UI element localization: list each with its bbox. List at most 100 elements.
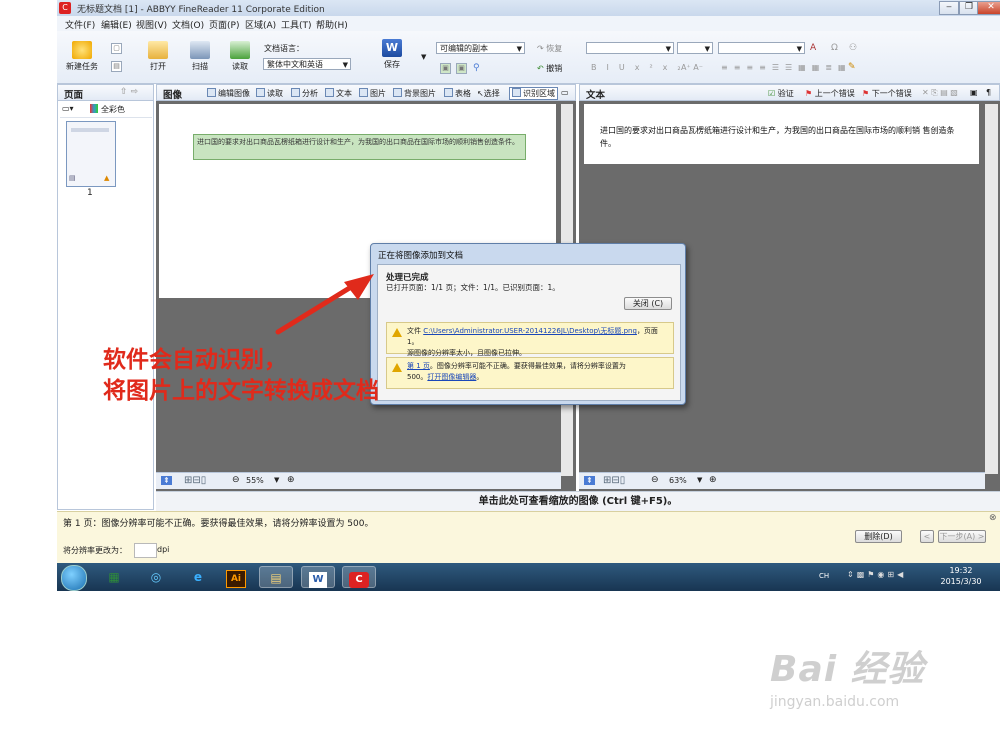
close-icon[interactable]: ⊗ <box>989 513 997 523</box>
new-task-button[interactable]: 新建任务 <box>63 41 101 72</box>
zoom-out-icon[interactable]: ⊖ <box>232 475 240 485</box>
flag-icon: ⚑ <box>805 89 813 98</box>
clock-date[interactable]: 2015/3/30 <box>933 577 989 586</box>
view-mode-icon-2[interactable]: ▣ <box>456 63 467 74</box>
style-select[interactable]: ▼ <box>718 42 805 54</box>
next-error-button[interactable]: ⚑ 下一个错误 <box>862 88 912 99</box>
ie-taskbar-icon[interactable]: e <box>181 566 215 588</box>
pane-layout-icon[interactable]: ▭ <box>561 88 569 97</box>
excel-taskbar-icon[interactable]: ▦ <box>97 566 131 588</box>
menu-help[interactable]: 帮助(H) <box>316 18 348 31</box>
page-view-icon[interactable]: ▭▾ <box>62 104 74 113</box>
recognized-text-block[interactable]: 进口国的要求对出口商品瓦楞纸箱进行设计和生产，为我国的出口商品在国际市场的顺利销… <box>193 134 526 160</box>
start-button[interactable] <box>61 565 87 591</box>
menu-area[interactable]: 区域(A) <box>245 18 276 31</box>
maximize-button[interactable]: ❐ <box>959 1 979 15</box>
table-tool[interactable]: 表格 <box>444 88 471 99</box>
pilcrow-icon[interactable]: ¶ <box>986 88 991 97</box>
recognition-area-tool[interactable]: 识别区域 <box>509 87 558 100</box>
menu-document[interactable]: 文档(O) <box>172 18 204 31</box>
read-button[interactable]: 读取 <box>223 41 257 72</box>
text-zoom-value[interactable]: 63% <box>669 476 687 485</box>
open-image-editor-link[interactable]: 打开图像编辑器 <box>427 373 476 381</box>
analyze-tool[interactable]: 分析 <box>291 88 318 99</box>
save-format-select[interactable]: 可编辑的副本 ▼ <box>436 42 525 54</box>
people-icon[interactable]: ⚇ <box>849 43 857 53</box>
browser-taskbar-icon[interactable]: ◎ <box>139 566 173 588</box>
window-icon[interactable]: ▢ <box>111 43 122 54</box>
view-mode-icons[interactable]: ⊞⊟▯ <box>184 475 206 486</box>
chevron-down-icon[interactable]: ▼ <box>697 476 702 484</box>
next-step-button[interactable]: 下一步(A) > <box>938 530 986 543</box>
recognized-text[interactable]: 进口国的要求对出口商品瓦楞纸箱进行设计和生产，为我国的出口商品在国际市场的顺利销… <box>600 124 970 150</box>
font-select[interactable]: ▼ <box>586 42 674 54</box>
zoom-icon[interactable]: ⚲ <box>473 63 480 73</box>
chevron-down-icon: ▼ <box>796 45 802 53</box>
clock-time[interactable]: 19:32 <box>941 566 981 575</box>
page-thumbnail[interactable]: ▤ ▲ <box>66 121 116 187</box>
format-buttons[interactable]: BIUx²x₂ <box>591 63 691 72</box>
file-path-link[interactable]: C:\Users\Administrator.USER-20141226JL\D… <box>423 327 637 335</box>
view-mode-icon[interactable]: ▣ <box>440 63 451 74</box>
layout-icon[interactable]: ▣ <box>970 88 978 97</box>
zoom-in-icon[interactable]: ⊕ <box>709 475 717 485</box>
read-tool[interactable]: 读取 <box>256 88 283 99</box>
illustrator-taskbar-icon[interactable]: Ai <box>219 566 253 588</box>
prev-error-button[interactable]: ⚑ 上一个错误 <box>805 88 855 99</box>
page-number: 1 <box>87 188 93 198</box>
doc-language-select[interactable]: 繁体中文和英语 ▼ <box>263 58 351 70</box>
zoom-hint-bar[interactable]: 单击此处可查看缩放的图像 (Ctrl 键+F5)。 <box>156 491 1000 512</box>
word-taskbar-icon[interactable]: W <box>301 566 335 588</box>
minimize-button[interactable]: ‒ <box>939 1 959 15</box>
page-link[interactable]: 第 1 页 <box>407 362 430 370</box>
language-indicator[interactable]: CH <box>819 572 829 580</box>
open-button[interactable]: 打开 <box>141 41 175 72</box>
view-mode-icons[interactable]: ⊞⊟▯ <box>603 475 625 486</box>
font-color-icon[interactable]: A <box>810 43 816 53</box>
undo-button[interactable]: ↶ 撤销 <box>537 63 562 74</box>
pane-nav-icon[interactable]: ⇧ ⇨ <box>120 87 138 97</box>
menu-edit[interactable]: 编辑(E) <box>101 18 132 31</box>
edit-image-tool[interactable]: 编辑图像 <box>207 88 250 99</box>
grow-font-icon[interactable]: A⁺ A⁻ <box>681 63 703 72</box>
close-button[interactable]: ✕ <box>977 1 1000 15</box>
highlight-icon[interactable]: ✎ <box>848 62 856 72</box>
zoom-in-icon[interactable]: ⊕ <box>287 475 295 485</box>
explorer-taskbar-icon[interactable]: ▤ <box>259 566 293 588</box>
save-button[interactable]: W 保存 <box>379 39 405 70</box>
dialog-close-button[interactable]: 关闭 (C) <box>624 297 672 310</box>
zoom-out-icon[interactable]: ⊖ <box>651 475 659 485</box>
verify-button[interactable]: ☑ 验证 <box>768 88 794 99</box>
scan-button[interactable]: 扫描 <box>183 41 217 72</box>
color-mode-label[interactable]: 全彩色 <box>101 104 125 115</box>
font-size-select[interactable]: ▼ <box>677 42 713 54</box>
menu-view[interactable]: 视图(V) <box>136 18 167 31</box>
chevron-down-icon[interactable]: ▼ <box>274 476 279 484</box>
delete-button[interactable]: 删除(D) <box>855 530 902 543</box>
select-tool[interactable]: ↖选择 <box>477 88 500 99</box>
redo-button[interactable]: ↷ 恢复 <box>537 43 562 54</box>
omega-icon[interactable]: Ω <box>831 43 838 53</box>
prev-button[interactable]: < <box>920 530 934 543</box>
image-zoom-value[interactable]: 55% <box>246 476 264 485</box>
menu-file[interactable]: 文件(F) <box>65 18 95 31</box>
text-area-icon <box>325 88 334 97</box>
align-buttons[interactable]: ≡≡≡≡☰☰▦▦≣▦ <box>721 63 852 72</box>
resolution-input[interactable] <box>134 543 157 558</box>
taskbar: ▦ ◎ e Ai ▤ W C CH ⇕▩⚑◉⊞◀ 19:32 2015/3/30 <box>57 563 1000 591</box>
save-dropdown-icon[interactable]: ▼ <box>421 53 426 61</box>
tray-icons[interactable]: ⇕▩⚑◉⊞◀ <box>847 570 906 579</box>
fit-icon[interactable]: ⇞ <box>584 476 595 485</box>
menu-tools[interactable]: 工具(T) <box>281 18 312 31</box>
menu-page[interactable]: 页面(P) <box>209 18 239 31</box>
finereader-taskbar-icon[interactable]: C <box>342 566 376 588</box>
baidu-watermark: Bai 经验 jingyan.baidu.com <box>770 640 925 710</box>
page-icon[interactable]: ▤ <box>111 61 122 72</box>
background-picture-tool[interactable]: 背景图片 <box>393 88 436 99</box>
picture-tool[interactable]: 图片 <box>359 88 386 99</box>
read-label: 读取 <box>232 62 248 71</box>
text-tool[interactable]: 文本 <box>325 88 352 99</box>
edit-icons[interactable]: ✕ ⎘ ▤ ▧ <box>922 88 958 98</box>
text-pane-scrollbar[interactable] <box>985 104 998 474</box>
fit-icon[interactable]: ⇞ <box>161 476 172 485</box>
